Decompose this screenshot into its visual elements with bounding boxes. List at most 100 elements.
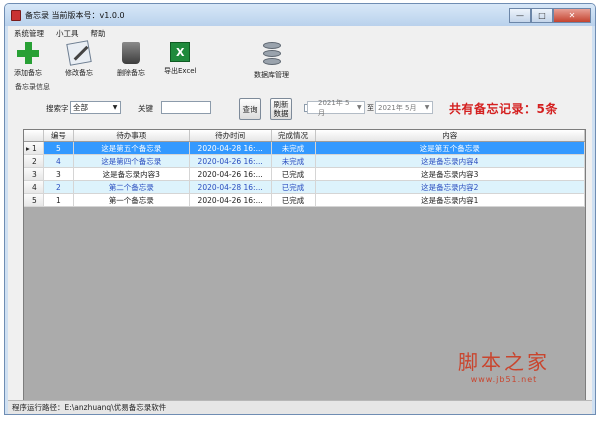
close-button[interactable]: ✕ bbox=[553, 7, 591, 23]
window-title: 备忘录 当前版本号：v1.0.0 bbox=[25, 10, 125, 20]
row-header: 5 bbox=[24, 194, 44, 206]
cell-id: 3 bbox=[44, 168, 74, 180]
cell-content: 这是备忘录内容1 bbox=[316, 194, 586, 206]
window-controls: — □ ✕ bbox=[509, 7, 591, 23]
export-excel-label: 导出Excel bbox=[164, 67, 197, 75]
cell-id: 2 bbox=[44, 181, 74, 193]
column-header-id[interactable]: 编号 bbox=[44, 130, 74, 141]
edit-memo-label: 修改备忘 bbox=[65, 69, 93, 77]
cell-time: 2020-04-26 16:... bbox=[190, 155, 272, 167]
cell-task: 第二个备忘录 bbox=[74, 181, 190, 193]
date-separator: 至 bbox=[367, 104, 374, 112]
row-header: ▸ 1 bbox=[24, 142, 44, 154]
trash-icon bbox=[122, 42, 140, 64]
table-row[interactable]: 4 2 第二个备忘录 2020-04-28 16:... 已完成 这是备忘录内容2 bbox=[24, 181, 586, 194]
chevron-down-icon: ▼ bbox=[356, 104, 362, 111]
refresh-button[interactable]: 刷新数据 bbox=[270, 98, 292, 120]
cell-content: 这是备忘录内容3 bbox=[316, 168, 586, 180]
row-header: 4 bbox=[24, 181, 44, 193]
site-watermark: 脚本之家 www.jb51.net bbox=[458, 346, 550, 384]
row-index: 5 bbox=[32, 195, 37, 205]
cell-time: 2020-04-28 16:... bbox=[190, 181, 272, 193]
table-row[interactable]: 5 1 第一个备忘录 2020-04-26 16:... 已完成 这是备忘录内容1 bbox=[24, 194, 586, 207]
date-end-value: 2021年 5月 bbox=[378, 103, 417, 112]
search-field-value: 全部 bbox=[73, 103, 88, 112]
column-header-status[interactable]: 完成情况 bbox=[272, 130, 316, 141]
toolbar: 添加备忘 修改备忘 删除备忘 X 导出Excel 数据库管理 bbox=[8, 40, 592, 90]
edit-icon bbox=[66, 40, 92, 66]
table-row[interactable]: 2 4 这是第四个备忘录 2020-04-26 16:... 未完成 这是备忘录内容4 bbox=[24, 155, 586, 168]
plus-icon bbox=[17, 42, 39, 64]
column-header-time[interactable]: 待办时间 bbox=[190, 130, 272, 141]
cell-status: 已完成 bbox=[272, 168, 316, 180]
column-header-rowhead bbox=[24, 130, 44, 141]
cell-status: 已完成 bbox=[272, 181, 316, 193]
row-header: 2 bbox=[24, 155, 44, 167]
export-excel-button[interactable]: X 导出Excel bbox=[164, 42, 197, 76]
cell-id: 5 bbox=[44, 142, 74, 154]
database-manage-label: 数据库管理 bbox=[254, 71, 289, 79]
chevron-down-icon: ▼ bbox=[424, 104, 430, 111]
cell-status: 未完成 bbox=[272, 155, 316, 167]
table-header: 编号 待办事项 待办时间 完成情况 内容 bbox=[24, 130, 586, 142]
run-path-text: 程序运行路径：E:\anzhuanq\优易备忘录软件 bbox=[12, 403, 167, 412]
column-header-content[interactable]: 内容 bbox=[316, 130, 586, 141]
table-row[interactable]: ▸ 1 5 这是第五个备忘录 2020-04-28 16:... 未完成 这是第五个备忘录 bbox=[24, 142, 586, 155]
title-bar: 备忘录 当前版本号：v1.0.0 — □ ✕ bbox=[5, 4, 595, 26]
table-row[interactable]: 3 3 这是备忘录内容3 2020-04-26 16:... 已完成 这是备忘录内容3 bbox=[24, 168, 586, 181]
cell-time: 2020-04-28 16:... bbox=[190, 142, 272, 154]
cell-task: 这是第四个备忘录 bbox=[74, 155, 190, 167]
row-index: 4 bbox=[32, 182, 37, 192]
delete-memo-button[interactable]: 删除备忘 bbox=[117, 42, 145, 78]
cell-task: 这是备忘录内容3 bbox=[74, 168, 190, 180]
menu-tools[interactable]: 小工具 bbox=[56, 28, 79, 39]
add-memo-button[interactable]: 添加备忘 bbox=[14, 42, 42, 78]
cell-status: 未完成 bbox=[272, 142, 316, 154]
row-index: 2 bbox=[32, 156, 37, 166]
cell-id: 4 bbox=[44, 155, 74, 167]
query-button[interactable]: 查询 bbox=[239, 98, 261, 120]
date-start-value: 2021年 5月 bbox=[318, 98, 350, 117]
cell-content: 这是备忘录内容2 bbox=[316, 181, 586, 193]
chevron-down-icon: ▼ bbox=[112, 104, 118, 111]
cell-task: 这是第五个备忘录 bbox=[74, 142, 190, 154]
edit-memo-button[interactable]: 修改备忘 bbox=[65, 40, 93, 78]
cell-time: 2020-04-26 16:... bbox=[190, 194, 272, 206]
search-field-label: 搜索字 bbox=[46, 104, 69, 113]
client-area: 系统管理 小工具 帮助 添加备忘 修改备忘 删除备忘 X 导出Excel 数据库… bbox=[8, 26, 592, 414]
add-memo-label: 添加备忘 bbox=[14, 69, 42, 77]
keyword-label: 关键 bbox=[138, 104, 153, 113]
row-index: 1 bbox=[32, 143, 37, 153]
search-panel: 搜索字 全部 ▼ 关键 查询 刷新数据 2021年 5月 ▼ 至 2021年 5… bbox=[8, 98, 592, 124]
row-index: 3 bbox=[32, 169, 37, 179]
database-manage-button[interactable]: 数据库管理 bbox=[254, 42, 289, 80]
group-label: 备忘录信息 bbox=[15, 83, 50, 91]
watermark-url: www.jb51.net bbox=[470, 375, 538, 384]
cell-id: 1 bbox=[44, 194, 74, 206]
app-icon bbox=[11, 9, 21, 21]
search-field-select[interactable]: 全部 ▼ bbox=[70, 101, 121, 114]
record-count-summary: 共有备忘记录：5条 bbox=[449, 102, 558, 116]
cell-content: 这是备忘录内容4 bbox=[316, 155, 586, 167]
database-icon bbox=[261, 42, 283, 66]
table-body: ▸ 1 5 这是第五个备忘录 2020-04-28 16:... 未完成 这是第五个备忘录 2… bbox=[24, 142, 586, 207]
cell-status: 已完成 bbox=[272, 194, 316, 206]
maximize-button[interactable]: □ bbox=[531, 7, 553, 23]
watermark-title: 脚本之家 bbox=[458, 350, 550, 374]
excel-icon: X bbox=[170, 42, 191, 62]
date-end-picker[interactable]: 2021年 5月 ▼ bbox=[375, 101, 433, 114]
date-start-picker[interactable]: 2021年 5月 ▼ bbox=[307, 99, 365, 117]
minimize-button[interactable]: — bbox=[509, 7, 531, 23]
menu-help[interactable]: 帮助 bbox=[91, 28, 106, 39]
delete-memo-label: 删除备忘 bbox=[117, 69, 145, 77]
menu-system[interactable]: 系统管理 bbox=[14, 28, 44, 39]
row-header: 3 bbox=[24, 168, 44, 180]
cell-time: 2020-04-26 16:... bbox=[190, 168, 272, 180]
status-bar: 程序运行路径：E:\anzhuanq\优易备忘录软件 bbox=[8, 400, 592, 414]
cell-task: 第一个备忘录 bbox=[74, 194, 190, 206]
column-header-task[interactable]: 待办事项 bbox=[74, 130, 190, 141]
menu-bar: 系统管理 小工具 帮助 bbox=[8, 26, 592, 40]
cell-content: 这是第五个备忘录 bbox=[316, 142, 586, 154]
keyword-input[interactable] bbox=[161, 101, 211, 114]
app-window: 备忘录 当前版本号：v1.0.0 — □ ✕ 系统管理 小工具 帮助 添加备忘 … bbox=[4, 3, 596, 415]
